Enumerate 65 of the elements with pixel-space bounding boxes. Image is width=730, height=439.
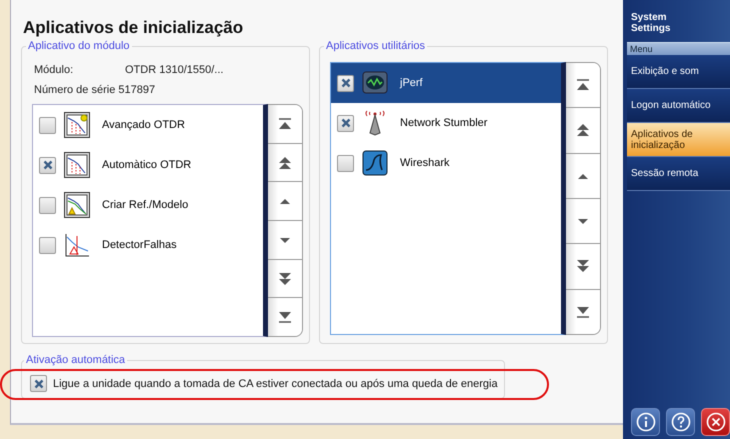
arrow-bar-icon	[278, 311, 292, 324]
app-name: DetectorFalhas	[102, 239, 177, 251]
menu-header: Menu	[627, 42, 730, 55]
checkbox[interactable]	[39, 156, 56, 174]
help-button[interactable]	[666, 408, 695, 436]
close-button[interactable]	[701, 408, 730, 436]
app-name: Network Stumbler	[400, 117, 488, 129]
page-down-button[interactable]	[566, 244, 600, 290]
page-up-button[interactable]	[268, 144, 302, 182]
info-button[interactable]	[631, 408, 660, 436]
arrow-bar-icon	[576, 79, 590, 92]
checkbox[interactable]	[337, 154, 354, 172]
module-label: Módulo:	[34, 64, 74, 76]
arrow-bar-icon	[576, 306, 590, 318]
check-x-icon	[340, 78, 350, 88]
scroll-bottom-button[interactable]	[268, 298, 302, 336]
double-arrow-icon	[278, 272, 292, 285]
double-arrow-icon	[576, 260, 590, 272]
app-name: jPerf	[400, 77, 423, 89]
check-x-icon	[340, 118, 350, 128]
trace-graph-icon	[64, 192, 90, 218]
app-row[interactable]: Avançado OTDR	[33, 105, 263, 145]
app-name: Avançado OTDR	[102, 119, 185, 131]
app-name: Automàtico OTDR	[102, 159, 192, 171]
group-legend: Aplicativos utilitários	[324, 40, 428, 52]
trace-graph-icon	[64, 152, 90, 178]
menu-item[interactable]: Logon automático	[627, 89, 730, 123]
app-row[interactable]: Wireshark	[331, 143, 561, 183]
app-row[interactable]: Network Stumbler	[331, 103, 561, 143]
app-name: Wireshark	[400, 157, 450, 169]
trace-graph-icon	[64, 112, 90, 138]
page-title: Aplicativos de inicialização	[23, 18, 244, 38]
auto-start-label: Ligue a unidade quando a tomada de CA estiver conectada ou após uma queda de energia	[53, 378, 498, 390]
serial-number: Número de série 517897	[34, 84, 156, 96]
app-row[interactable]: DetectorFalhas	[33, 225, 263, 265]
menu-item[interactable]: Exibição e som	[627, 55, 730, 89]
double-arrow-icon	[576, 124, 590, 136]
checkbox[interactable]	[337, 114, 354, 132]
menu-item[interactable]: Sessão remota	[627, 157, 730, 191]
module-value: OTDR 1310/1550/...	[125, 64, 224, 76]
scroll-top-button[interactable]	[268, 105, 302, 144]
scroll-bottom-button[interactable]	[566, 290, 600, 334]
app-row[interactable]: Automàtico OTDR	[33, 145, 263, 185]
page-up-button[interactable]	[566, 108, 600, 154]
scroll-top-button[interactable]	[566, 63, 600, 108]
app-row[interactable]: Criar Ref./Modelo	[33, 185, 263, 225]
arrow-bar-icon	[278, 118, 292, 130]
checkbox[interactable]	[337, 74, 354, 92]
double-arrow-icon	[278, 156, 292, 168]
waveform-screen-icon	[362, 70, 388, 96]
group-legend: Ativação automática	[24, 354, 128, 366]
shark-fin-icon	[362, 150, 388, 176]
checkbox[interactable]	[30, 375, 47, 392]
app-row[interactable]: jPerf	[331, 63, 561, 103]
sidebar-title: System Settings	[630, 11, 672, 36]
page-down-button[interactable]	[268, 260, 302, 298]
check-x-icon	[34, 378, 44, 388]
checkbox[interactable]	[39, 116, 56, 134]
check-x-icon	[42, 160, 52, 170]
app-name: Criar Ref./Modelo	[102, 199, 188, 211]
checkbox[interactable]	[39, 196, 56, 214]
checkbox[interactable]	[39, 236, 56, 254]
fault-graph-icon	[64, 232, 90, 258]
menu-item[interactable]: Aplicativos de inicialização	[627, 123, 730, 157]
group-legend: Aplicativo do módulo	[26, 40, 132, 52]
